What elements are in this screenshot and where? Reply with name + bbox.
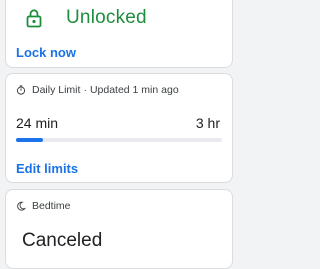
last-updated-text: Updated 1 min ago [89,84,179,96]
daily-limit-card: Daily Limit · Updated 1 min ago 24 min 3… [5,73,233,183]
lock-status-text: Unlocked [66,7,147,28]
bedtime-header: Bedtime [16,200,71,212]
usage-value: 24 min [16,115,59,131]
daily-limit-header: Daily Limit · Updated 1 min ago [16,84,179,96]
timer-icon [16,85,26,95]
daily-limit-title: Daily Limit [32,84,81,96]
bedtime-status-text: Canceled [22,230,103,251]
limit-value: 3 hr [195,115,220,131]
lock-status-row: Unlocked [24,7,147,29]
usage-progress-bar [16,138,222,142]
lock-now-button[interactable]: Lock now [16,45,76,60]
usage-progress-fill [16,138,44,142]
header-separator: · [83,84,87,96]
moon-icon [16,201,27,211]
bedtime-title: Bedtime [32,200,71,212]
lock-card: Unlocked Lock now [5,0,233,68]
unlocked-padlock-icon [24,8,44,28]
edit-limits-button[interactable]: Edit limits [16,161,78,176]
bedtime-card: Bedtime Canceled [5,189,233,269]
